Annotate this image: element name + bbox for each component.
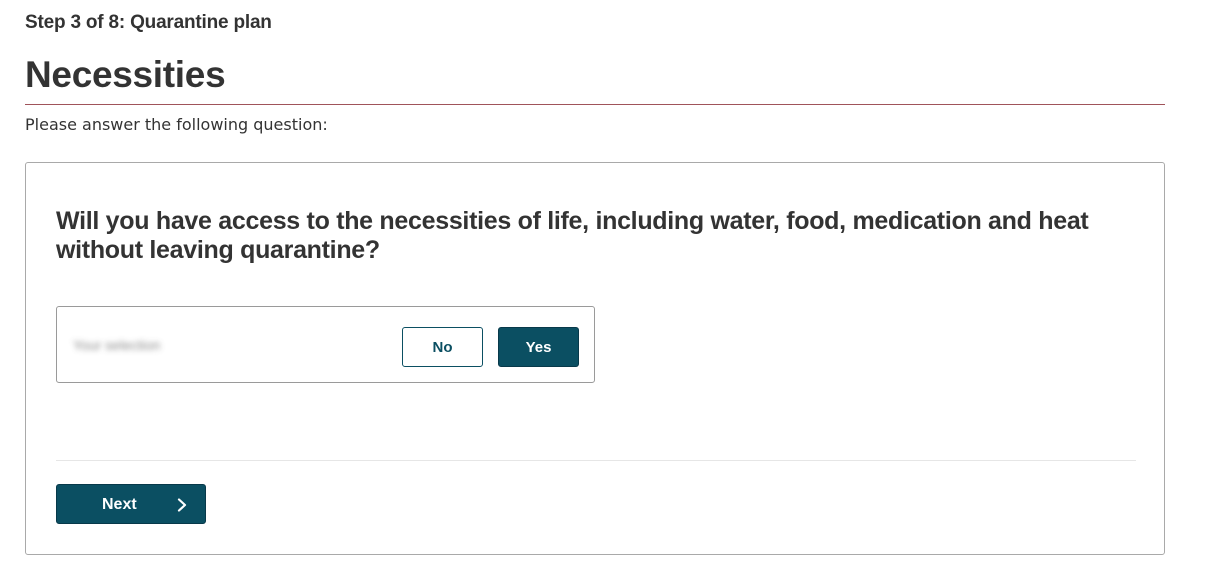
next-button-label: Next [102, 496, 137, 513]
answer-group: Your selection No Yes [56, 306, 595, 383]
card-divider [56, 460, 1136, 461]
no-button[interactable]: No [402, 327, 483, 367]
yes-button[interactable]: Yes [498, 327, 579, 367]
answer-status-label: Your selection [73, 337, 161, 353]
chevron-right-icon [177, 498, 187, 512]
question-text: Will you have access to the necessities … [56, 207, 1089, 264]
page-title: Necessities [25, 54, 226, 95]
question-card: Will you have access to the necessities … [25, 162, 1165, 555]
quarantine-plan-page: Step 3 of 8: Quarantine plan Necessities… [0, 0, 1209, 575]
title-divider [25, 104, 1165, 105]
next-button[interactable]: Next [56, 484, 206, 524]
instruction-text: Please answer the following question: [25, 115, 328, 134]
step-indicator: Step 3 of 8: Quarantine plan [25, 12, 272, 33]
